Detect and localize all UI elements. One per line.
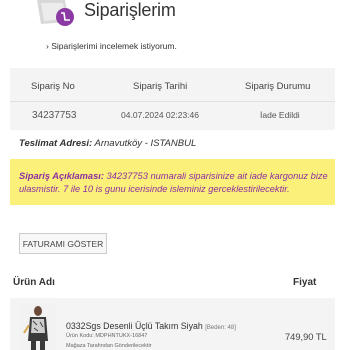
show-invoice-button[interactable]: FATURAMI GÖSTER: [19, 233, 107, 254]
product-size: [Beden: 48]: [205, 325, 236, 331]
page-title: Siparişlerim: [84, 0, 176, 20]
header-order-status: Sipariş Durumu: [245, 81, 311, 92]
delivery-value: Arnavutköy - ISTANBUL: [94, 138, 197, 149]
review-orders-link[interactable]: › Siparişlerimi incelemek istiyorum.: [46, 41, 177, 51]
table-divider: [10, 101, 335, 102]
product-thumbnail[interactable]: [20, 303, 56, 350]
delivery-address: Teslimat Adresi: Arnavutköy - ISTANBUL: [19, 138, 196, 149]
order-notice-text: Sipariş Açıklaması: 34237753 numarali si…: [19, 170, 331, 196]
product-price: 749,90 TL: [285, 332, 327, 342]
delivery-label: Teslimat Adresi:: [19, 138, 93, 149]
notice-label: Sipariş Açıklaması:: [19, 171, 104, 181]
order-notice-box: Sipariş Açıklaması: 34237753 numarali si…: [10, 159, 335, 205]
product-title[interactable]: 0332Sgs Desenli Üçlü Takım Siyah: [66, 321, 203, 331]
header-order-date: Sipariş Tarihi: [133, 81, 188, 92]
product-code: Ürün Kodu: MDPHNTUKX-16847: [66, 333, 148, 339]
product-shipping: Mağaza Tarafından Gönderilecektir: [66, 343, 152, 349]
header-order-no: Sipariş No: [31, 81, 75, 92]
shopping-bag-icon: [37, 0, 74, 26]
column-price: Fiyat: [293, 277, 317, 288]
order-date: 04.07.2024 02:23:46: [121, 110, 199, 120]
order-status: İade Edildi: [260, 110, 300, 120]
order-summary-table: Sipariş No Sipariş Tarihi Sipariş Durumu…: [10, 68, 335, 130]
product-name[interactable]: 0332Sgs Desenli Üçlü Takım Siyah [Beden:…: [66, 321, 236, 331]
column-product-name: Ürün Adı: [13, 277, 55, 288]
order-number: 34237753: [32, 110, 77, 121]
page-header: Siparişlerim: [0, 0, 350, 32]
